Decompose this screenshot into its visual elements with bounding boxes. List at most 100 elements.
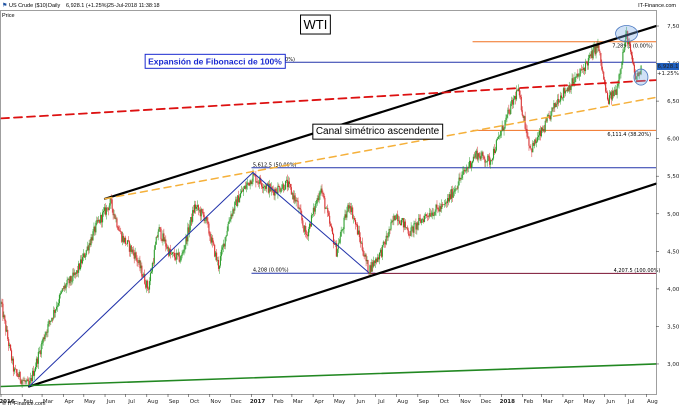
candle-body [612,90,614,97]
candle-body [454,189,456,192]
candle-body [481,152,483,156]
x-tick-label: Oct [440,399,450,405]
candle-body [117,226,119,230]
candle-body [50,320,52,322]
candle-body [286,179,289,188]
candle-body [530,147,532,149]
candle-body [349,206,351,209]
candle-body [498,135,500,137]
candle-body [231,214,233,216]
candle-body [550,111,552,120]
candle-body [168,247,170,256]
candle-body [632,62,634,65]
candle-body [230,214,232,220]
current-highlight [633,68,649,86]
candle-body [220,249,222,257]
candle-body [560,95,563,98]
candle-body [465,170,467,172]
candle-body [564,90,566,94]
candle-body [293,195,295,200]
x-tick-label: Jun [106,399,116,405]
candle-body [344,214,346,218]
candle-body [194,204,196,213]
candle-body [176,252,178,255]
candle-body [120,231,122,233]
candle-body [400,223,402,226]
candle-body [439,206,441,212]
candle-body [492,158,494,161]
candle-body [84,255,86,258]
fib-callout-text: Expansión de Fibonacci de 100% [148,56,282,66]
candle-body [151,262,153,272]
candle-body [284,189,286,191]
candle-body [31,377,33,382]
candle-body [318,195,320,201]
candle-body [326,207,328,209]
candle-body [22,380,24,381]
candle-body [68,279,70,284]
y-tick-label: 3,500 [667,324,679,330]
candle-body [200,209,202,217]
candle-body [51,318,53,321]
candle-body [215,252,217,257]
candle-body [83,253,85,258]
candle-body [588,55,590,59]
candle-body [558,98,560,103]
candle-body [466,168,468,171]
candle-body [281,188,283,192]
candle-body [202,211,204,215]
candle-body [302,220,304,226]
candle-body [127,240,129,242]
candle-body [145,283,147,288]
candle-body [631,55,634,63]
candle-body [330,223,332,226]
x-tick-label: Nov [210,399,221,405]
candle-body [216,252,218,261]
candle-body [268,184,270,193]
candle-body [358,230,360,238]
candle-body [431,212,433,216]
candle-body [475,150,477,154]
candle-body [34,367,37,371]
candle-body [223,243,225,247]
candle-body [285,179,288,181]
x-tick-label: Sep [169,399,180,405]
candle-body [282,184,284,189]
candle-body [160,228,162,240]
candle-body [287,181,290,188]
x-tick-label: Oct [190,399,200,405]
candle-body [240,190,243,194]
candle-body [150,271,152,274]
candle-body [488,155,490,157]
candle-body [455,188,457,190]
candle-body [179,260,181,262]
channel-callout-text: Canal simétrico ascendente [316,126,440,137]
x-tick-label: Apr [564,399,574,405]
candle-body [56,305,59,307]
candle-body [252,173,254,182]
x-tick-label: Sep [419,399,430,405]
candle-body [49,320,51,322]
candle-body [333,243,336,245]
candle-body [109,198,111,206]
candle-body [178,252,180,262]
candle-body [81,257,83,264]
candle-body [86,246,88,251]
peak-highlight [615,25,638,42]
candle-body [563,88,565,94]
candle-body [164,239,166,242]
fib-0-label: 4,208 (0.00%) [253,268,289,274]
candle-body [539,130,542,137]
candle-body [29,381,31,385]
candle-body [71,281,73,282]
candle-body [394,215,396,220]
y-tick-label: 5,000 [667,212,679,218]
candle-body [572,78,574,84]
candle-body [79,263,81,270]
x-tick-label: Jul [627,399,635,405]
candle-body [364,254,366,257]
candle-body [345,214,347,218]
candle-body [384,243,386,245]
candle-body [132,249,134,253]
y-tick-label: 4,000 [667,287,679,293]
